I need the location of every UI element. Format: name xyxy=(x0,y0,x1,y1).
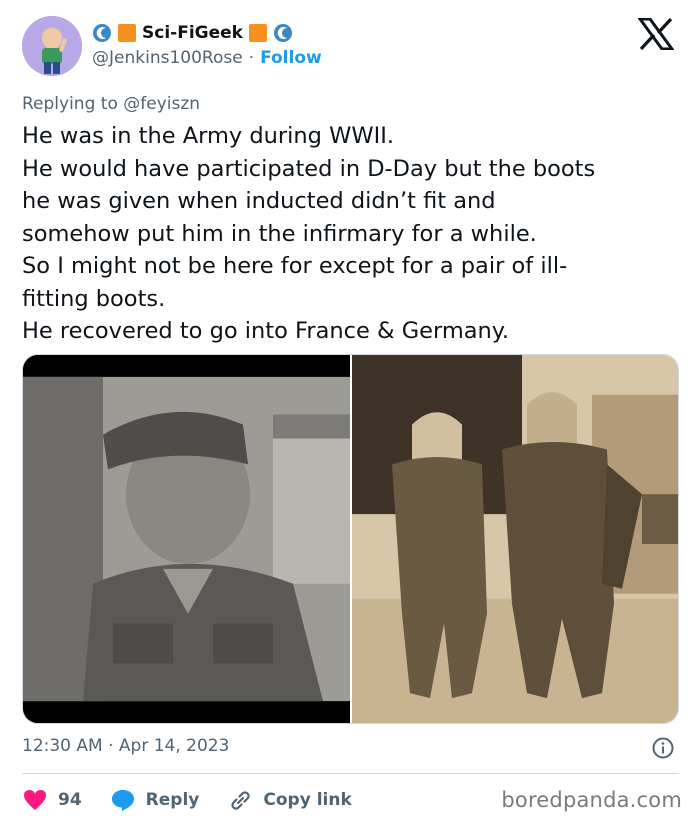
tweet-line: somehow put him in the infirmary for a w… xyxy=(22,220,537,247)
tweet-text: He was in the Army during WWII. He would… xyxy=(22,120,682,348)
tweet-media[interactable] xyxy=(22,354,679,724)
x-logo-icon[interactable] xyxy=(638,18,674,50)
author-name-row[interactable]: Sci-FiGeek xyxy=(92,20,293,46)
divider xyxy=(22,773,679,774)
copy-link-button[interactable]: Copy link xyxy=(227,788,352,812)
tweet-line: fitting boots. xyxy=(22,285,166,312)
wave-icon xyxy=(273,24,292,42)
replying-to-user[interactable]: @feyiszn xyxy=(123,94,200,114)
separator-dot: · xyxy=(248,48,255,68)
watermark: boredpanda.com xyxy=(501,788,682,812)
photo-soldier-portrait[interactable] xyxy=(23,355,350,723)
photo-soldier-portrait-image xyxy=(23,355,350,723)
tweet-line: He was in the Army during WWII. xyxy=(22,123,395,149)
user-handle[interactable]: @Jenkins100Rose xyxy=(92,48,243,68)
link-icon xyxy=(231,791,250,810)
reply-label: Reply xyxy=(145,790,200,810)
like-button[interactable]: 94 xyxy=(22,788,82,812)
info-icon[interactable] xyxy=(652,737,674,759)
tweet-line: He recovered to go into France & Germany… xyxy=(22,318,510,344)
photo-two-soldiers[interactable] xyxy=(352,355,678,723)
display-name[interactable]: Sci-FiGeek xyxy=(142,23,243,43)
wave-icon xyxy=(93,24,111,42)
replying-to: Replying to @feyiszn xyxy=(22,94,200,114)
tweet-line: So I might not be here for except for a … xyxy=(22,253,568,279)
action-bar: 94 Reply Copy link xyxy=(22,786,380,814)
tweet-line: He would have participated in D-Day but … xyxy=(22,155,596,182)
orange-square-icon xyxy=(118,24,136,42)
avatar[interactable] xyxy=(22,16,82,76)
heart-icon xyxy=(24,790,46,810)
separator-dot: · xyxy=(108,736,114,756)
replying-to-prefix: Replying to xyxy=(22,94,124,114)
avatar-image xyxy=(22,16,82,76)
handle-row: @Jenkins100Rose · Follow xyxy=(92,48,322,68)
tweet-timestamp[interactable]: 12:30 AM · Apr 14, 2023 xyxy=(22,736,229,756)
reply-button[interactable]: Reply xyxy=(110,788,200,812)
tweet-date: Apr 14, 2023 xyxy=(118,736,230,756)
tweet-time: 12:30 AM xyxy=(22,736,103,756)
reply-bubble-icon xyxy=(111,790,134,811)
tweet-line: he was given when inducted didn’t fit an… xyxy=(22,188,496,214)
orange-square-icon xyxy=(248,24,267,42)
like-count: 94 xyxy=(58,790,82,810)
copy-link-label: Copy link xyxy=(263,790,352,810)
photo-two-soldiers-image xyxy=(352,355,678,723)
follow-button[interactable]: Follow xyxy=(260,48,322,68)
